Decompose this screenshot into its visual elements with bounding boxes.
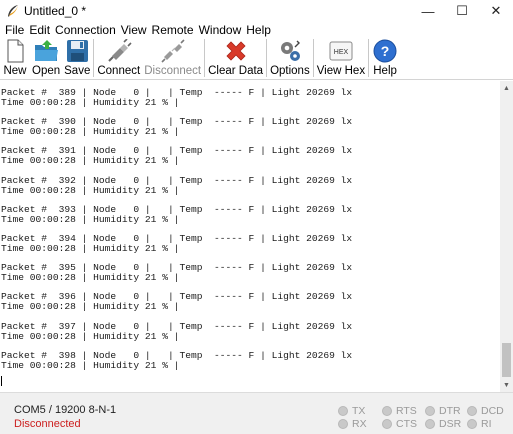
svg-text:?: ?	[381, 43, 390, 59]
rx-led-icon	[338, 419, 348, 429]
status-bar: COM5 / 19200 8-N-1 Disconnected TX RX RT…	[0, 392, 513, 434]
tx-led-icon	[338, 406, 348, 416]
time-line: Time 00:00:28 | Humidity 21 % |	[1, 213, 180, 225]
close-button[interactable]: ✕	[479, 0, 513, 22]
menu-bar: File Edit Connection View Remote Window …	[0, 22, 274, 38]
scroll-up-icon[interactable]: ▲	[500, 81, 513, 95]
time-line: Time 00:00:28 | Humidity 21 % |	[1, 126, 180, 138]
options-button[interactable]: Options	[268, 38, 312, 78]
clear-data-button[interactable]: Clear Data	[206, 38, 265, 78]
time-line: Time 00:00:28 | Humidity 21 % |	[1, 242, 180, 254]
help-question-icon: ?	[373, 39, 397, 63]
window-title: Untitled_0 *	[24, 4, 87, 18]
clear-x-icon	[226, 41, 246, 61]
toolbar-separator	[93, 39, 95, 77]
toolbar-separator	[204, 39, 206, 77]
time-line: Time 00:00:28 | Humidity 21 % |	[1, 97, 180, 108]
terminal-output[interactable]: Packet # 389 | Node 0 | | Temp ----- F |…	[0, 81, 500, 392]
time-line: Time 00:00:28 | Humidity 21 % |	[1, 359, 180, 371]
window-controls: — ☐ ✕	[411, 0, 513, 22]
menu-connection[interactable]: Connection	[53, 22, 118, 38]
time-line: Time 00:00:28 | Humidity 21 % |	[1, 330, 180, 342]
disconnect-plug-icon	[161, 39, 185, 63]
packet-line: Packet # 397 | Node 0 | | Temp ----- F |…	[1, 320, 353, 332]
time-line: Time 00:00:28 | Humidity 21 % |	[1, 301, 180, 313]
svg-text:HEX: HEX	[334, 49, 349, 56]
floppy-save-icon	[67, 40, 89, 62]
dcd-indicator: DCD	[467, 405, 504, 417]
text-cursor	[1, 376, 2, 386]
menu-view[interactable]: View	[119, 22, 149, 38]
menu-window[interactable]: Window	[197, 22, 244, 38]
connect-plug-icon	[108, 39, 132, 62]
rx-indicator: RX	[338, 418, 367, 430]
port-settings-label: COM5 / 19200 8-N-1	[14, 404, 117, 416]
time-line: Time 00:00:28 | Humidity 21 % |	[1, 184, 180, 196]
dtr-indicator: DTR	[425, 405, 461, 417]
toolbar-separator	[312, 39, 314, 77]
menu-remote[interactable]: Remote	[150, 22, 196, 38]
toolbar: New Open Save Connect Disconnect Clear D…	[0, 38, 513, 80]
new-document-icon	[7, 39, 24, 63]
open-folder-icon	[35, 40, 59, 61]
scroll-down-icon[interactable]: ▼	[500, 378, 513, 392]
minimize-button[interactable]: —	[411, 0, 445, 22]
disconnect-button: Disconnect	[142, 38, 203, 78]
cts-indicator: CTS	[382, 418, 417, 430]
tx-indicator: TX	[338, 405, 365, 417]
help-button[interactable]: ? Help	[370, 38, 400, 78]
menu-file[interactable]: File	[3, 22, 26, 38]
maximize-button[interactable]: ☐	[445, 0, 479, 22]
view-hex-button[interactable]: HEX View Hex	[315, 38, 367, 78]
time-line: Time 00:00:28 | Humidity 21 % |	[1, 272, 180, 284]
time-line: Time 00:00:28 | Humidity 21 % |	[1, 155, 180, 167]
toolbar-separator	[368, 39, 370, 77]
scroll-thumb[interactable]	[502, 343, 511, 377]
title-bar: Untitled_0 * — ☐ ✕	[0, 0, 513, 22]
dcd-led-icon	[467, 406, 477, 416]
dtr-led-icon	[425, 406, 435, 416]
new-button[interactable]: New	[0, 38, 30, 78]
hex-view-icon: HEX	[329, 41, 353, 61]
feather-app-icon	[8, 5, 18, 17]
menu-help[interactable]: Help	[244, 22, 273, 38]
ri-led-icon	[467, 419, 477, 429]
rts-led-icon	[382, 406, 392, 416]
toolbar-separator	[266, 39, 268, 77]
gears-icon	[280, 40, 300, 61]
rts-indicator: RTS	[382, 405, 417, 417]
dsr-led-icon	[425, 419, 435, 429]
ri-indicator: RI	[467, 418, 492, 430]
save-button[interactable]: Save	[62, 38, 92, 78]
vertical-scrollbar[interactable]: ▲ ▼	[500, 81, 513, 392]
menu-edit[interactable]: Edit	[27, 22, 52, 38]
cts-led-icon	[382, 419, 392, 429]
connection-status: Disconnected	[14, 418, 81, 430]
dsr-indicator: DSR	[425, 418, 461, 430]
open-button[interactable]: Open	[30, 38, 62, 78]
connect-button[interactable]: Connect	[95, 38, 142, 78]
